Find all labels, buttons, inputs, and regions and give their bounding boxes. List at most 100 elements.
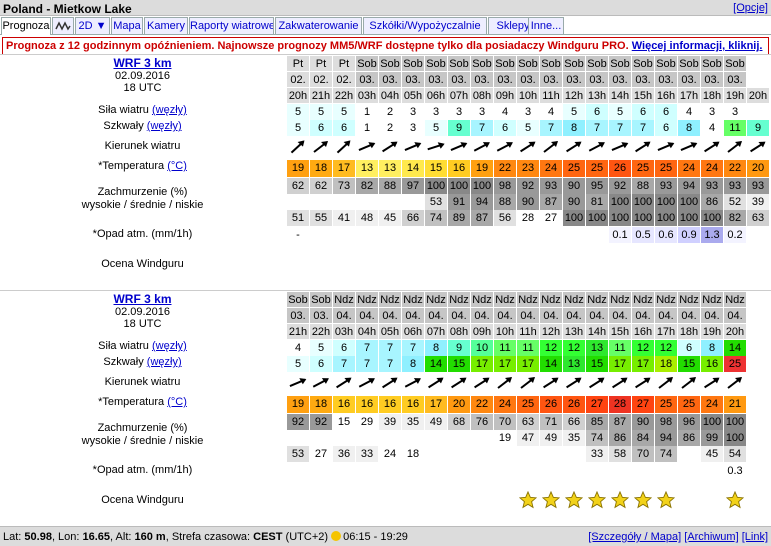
unit-link[interactable]: (węzły) bbox=[152, 104, 187, 116]
cloud-mid: 100 bbox=[655, 194, 677, 210]
wind-value: 5 bbox=[310, 340, 332, 356]
unit-link[interactable]: (węzły) bbox=[152, 340, 187, 352]
header-hour: 20h bbox=[747, 88, 769, 103]
header-hour: 13h bbox=[563, 324, 585, 339]
wind-value: 10 bbox=[471, 340, 493, 356]
temp-value: 20 bbox=[747, 160, 769, 177]
cloud-mid: 100 bbox=[678, 194, 700, 210]
header-day: Sob bbox=[471, 56, 493, 71]
gust-value: 7 bbox=[379, 356, 401, 372]
wind-value: 11 bbox=[517, 340, 539, 356]
location-info: Lat: 50.98, Lon: 16.65, Alt: 160 m, Stre… bbox=[3, 531, 408, 543]
wind-value: 13 bbox=[586, 340, 608, 356]
precip-value bbox=[494, 227, 516, 243]
cloud-low bbox=[517, 446, 539, 462]
archive-link[interactable]: [Archiwum] bbox=[684, 531, 738, 543]
cloud-mid: 88 bbox=[494, 194, 516, 210]
temp-value: 25 bbox=[517, 396, 539, 413]
header-date: 02. bbox=[333, 72, 355, 87]
cloud-high: 62 bbox=[287, 178, 309, 194]
wind-value: 6 bbox=[632, 104, 654, 120]
temp-value: 27 bbox=[586, 396, 608, 413]
header-date: 03. bbox=[494, 72, 516, 87]
gust-value: 7 bbox=[586, 120, 608, 136]
temp-value: 19 bbox=[287, 396, 309, 413]
label-wind: Siła wiatru (węzły) bbox=[0, 104, 285, 117]
precip-value bbox=[333, 463, 355, 479]
header-hour: 16h bbox=[655, 88, 677, 103]
star-icon bbox=[725, 490, 745, 509]
cloud-mid: 91 bbox=[448, 194, 470, 210]
temp-value: 25 bbox=[586, 160, 608, 177]
precip-value bbox=[586, 227, 608, 243]
header-hour: 15h bbox=[609, 324, 631, 339]
header-date: 03. bbox=[517, 72, 539, 87]
header-hour: 22h bbox=[333, 88, 355, 103]
label-text: Kierunek wiatru bbox=[104, 376, 181, 388]
star-icon bbox=[587, 490, 607, 509]
temp-value: 22 bbox=[471, 396, 493, 413]
wind-value: 5 bbox=[609, 104, 631, 120]
label-text: Szkwały bbox=[103, 120, 144, 132]
model-link[interactable]: WRF 3 km bbox=[0, 56, 285, 70]
header-day: Sob bbox=[563, 56, 585, 71]
header-hour: 10h bbox=[517, 88, 539, 103]
temp-value: 22 bbox=[724, 160, 746, 177]
gust-value: 17 bbox=[517, 356, 539, 372]
header-date: 03. bbox=[586, 72, 608, 87]
unit-link[interactable]: (°C) bbox=[167, 396, 187, 408]
precip-value bbox=[632, 463, 654, 479]
cloud-mid bbox=[333, 194, 355, 210]
wind-arrow-icon bbox=[402, 138, 424, 156]
wind-value: 8 bbox=[701, 340, 723, 356]
wind-value: 11 bbox=[609, 340, 631, 356]
header-day: Ndz bbox=[609, 292, 631, 307]
header-day: Sob bbox=[494, 56, 516, 71]
cloud-mid: 90 bbox=[563, 194, 585, 210]
precip-value bbox=[379, 227, 401, 243]
gust-value: 5 bbox=[287, 356, 309, 372]
header-date: 03. bbox=[310, 308, 332, 323]
gust-value: 7 bbox=[609, 120, 631, 136]
header-date: 03. bbox=[563, 72, 585, 87]
precip-value bbox=[540, 463, 562, 479]
header-day: Ndz bbox=[586, 292, 608, 307]
cloud-high: 93 bbox=[701, 178, 723, 194]
cloud-mid: 100 bbox=[724, 430, 746, 446]
unit-link[interactable]: (węzły) bbox=[147, 120, 182, 132]
gust-value: 9 bbox=[448, 120, 470, 136]
header-day: Sob bbox=[379, 56, 401, 71]
header-hour: 04h bbox=[379, 88, 401, 103]
wind-arrow-icon bbox=[563, 374, 585, 392]
gust-value: 15 bbox=[448, 356, 470, 372]
gust-value: 17 bbox=[609, 356, 631, 372]
cloud-low: 89 bbox=[448, 210, 470, 226]
precip-value bbox=[402, 227, 424, 243]
details-map-link[interactable]: [Szczegóły / Mapa] bbox=[588, 531, 681, 543]
header-date: 03. bbox=[287, 308, 309, 323]
label-text: Ocena Windguru bbox=[101, 258, 184, 270]
model-link[interactable]: WRF 3 km bbox=[0, 292, 285, 306]
cloud-high: 85 bbox=[586, 414, 608, 430]
cloud-high: 90 bbox=[632, 414, 654, 430]
unit-link[interactable]: (°C) bbox=[167, 160, 187, 172]
header-date: 04. bbox=[655, 308, 677, 323]
precip-value: - bbox=[287, 227, 309, 243]
cloud-high: 88 bbox=[632, 178, 654, 194]
cloud-mid: 49 bbox=[540, 430, 562, 446]
permalink-link[interactable]: [Link] bbox=[742, 531, 768, 543]
precip-value: 0.2 bbox=[724, 227, 746, 243]
wind-value: 7 bbox=[356, 340, 378, 356]
label-cloud-title: Zachmurzenie (%) bbox=[97, 422, 188, 434]
gust-value: 1 bbox=[356, 120, 378, 136]
gust-value: 17 bbox=[494, 356, 516, 372]
cloud-low bbox=[540, 446, 562, 462]
cloud-mid bbox=[379, 194, 401, 210]
precip-value bbox=[356, 227, 378, 243]
cloud-low: 66 bbox=[402, 210, 424, 226]
header-hour: 18h bbox=[701, 88, 723, 103]
cloud-low bbox=[563, 446, 585, 462]
unit-link[interactable]: (węzły) bbox=[147, 356, 182, 368]
cloud-high: 66 bbox=[563, 414, 585, 430]
header-date: 04. bbox=[586, 308, 608, 323]
